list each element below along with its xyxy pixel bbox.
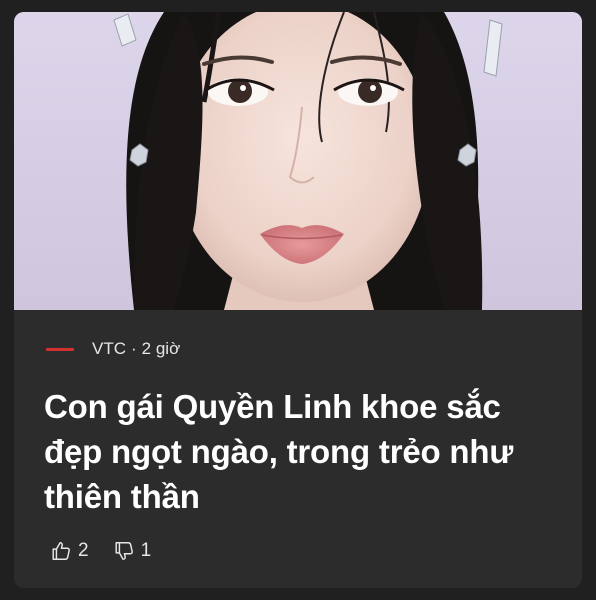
source-logo xyxy=(46,347,74,351)
dislike-count: 1 xyxy=(140,540,152,561)
like-count: 2 xyxy=(78,540,89,561)
thumbs-up-icon xyxy=(52,542,70,560)
dislike-button[interactable]: 1 xyxy=(113,540,152,562)
article-headline[interactable]: Con gái Quyền Linh khoe sắc đẹp ngọt ngà… xyxy=(44,384,564,519)
source-separator: · xyxy=(131,339,137,358)
portrait-photo xyxy=(14,12,582,310)
thumbs-down-icon xyxy=(115,542,133,560)
news-card[interactable]: VTC · 2 giờ Con gái Quyền Linh khoe sắc … xyxy=(14,12,582,588)
article-image[interactable] xyxy=(14,12,582,310)
reaction-bar: 2 1 xyxy=(50,540,175,562)
article-source[interactable]: VTC · 2 giờ xyxy=(46,339,180,359)
published-time: 2 giờ xyxy=(141,339,181,358)
like-button[interactable]: 2 xyxy=(50,540,89,562)
source-name: VTC xyxy=(92,339,126,358)
